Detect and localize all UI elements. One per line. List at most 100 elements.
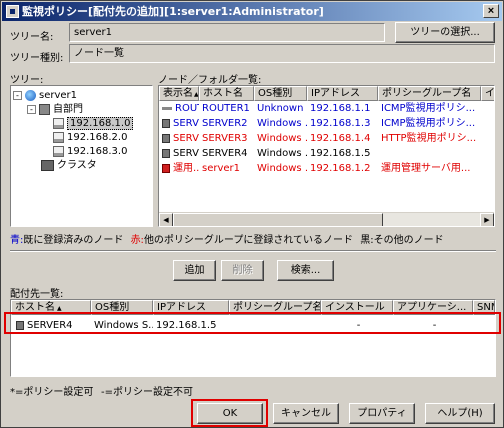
legend-red-text: 他のポリシーグループに登録されているノード (143, 235, 354, 246)
node-host-cell: ROUTER1 (202, 103, 250, 114)
add-button[interactable]: 追加 (173, 260, 216, 281)
tree-cluster-label: クラスタ (57, 160, 97, 171)
close-button[interactable]: × (483, 4, 499, 18)
node-display-cell: ROUTER1 (159, 102, 199, 116)
tree-view[interactable]: - server1 - 自部門 192.168.1.0 192.168.2.0 19… (10, 85, 153, 227)
node-host-cell: SERVER2 (202, 118, 248, 129)
node-list-table[interactable]: 表示名▲ ホスト名 OS種別 IPアドレス ポリシーグループ名 イ ROUTER… (158, 85, 495, 227)
tree-type-field: ノード一覧 (69, 44, 495, 63)
tree-group-label: 自部門 (53, 104, 83, 115)
tree-node-network[interactable]: 192.168.3.0 (53, 145, 127, 159)
column-header[interactable]: OS種別 (254, 86, 307, 101)
node-host-cell: SERVER3 (202, 133, 248, 144)
tree-node-group[interactable]: - 自部門 (27, 103, 83, 117)
tree-node-network[interactable]: 192.168.2.0 (53, 131, 127, 145)
table-row[interactable]: ROUTER1ROUTER1 Unknown 192.168.1.1 ICMP監視用ポ… (159, 102, 494, 116)
node-ip-cell: 192.168.1.1 (310, 103, 371, 114)
legend-black-text: その他のノード (373, 235, 444, 246)
help-button[interactable]: ヘルプ(H) (425, 403, 495, 424)
server-icon (162, 133, 170, 143)
cancel-button[interactable]: キャンセル (273, 403, 339, 424)
legend-blue-key: 青: (10, 235, 24, 246)
tree-node-network[interactable]: 192.168.1.0 (53, 117, 134, 131)
node-list-header: 表示名▲ ホスト名 OS種別 IPアドレス ポリシーグループ名 イ (159, 86, 494, 101)
app-icon (6, 5, 19, 18)
sort-asc-icon: ▲ (194, 91, 199, 98)
tree-network-label: 192.168.3.0 (67, 146, 128, 157)
legend-red-key: 赤: (130, 235, 144, 246)
tree-name-field: server1 (69, 23, 385, 42)
tree-network-label: 192.168.1.0 (67, 117, 134, 130)
collapse-icon[interactable]: - (13, 90, 22, 100)
node-display-cell: SERVER2 (159, 117, 199, 131)
title-bar: 監視ポリシー[配付先の追加][1:server1:Administrator] … (2, 2, 502, 21)
node-ip-cell: 192.168.1.2 (310, 163, 371, 174)
table-row[interactable]: SERVER4SERVER4 Windows ...192.168.1.5 (159, 147, 494, 161)
node-display-cell: SERVER4 (159, 147, 199, 161)
window-title: 監視ポリシー[配付先の追加][1:server1:Administrator] (22, 5, 324, 18)
node-policy-cell: 運用管理サーバ用... (381, 163, 471, 174)
table-row[interactable]: 運用...server1 Windows ...192.168.1.2 運用管理サー… (159, 162, 494, 176)
node-icon (162, 163, 170, 173)
scroll-left-icon[interactable]: ◀ (159, 213, 173, 226)
tree-node-root[interactable]: - server1 (13, 89, 77, 103)
footnote-allowed: *=ポリシー設定可 (10, 387, 94, 398)
table-row[interactable]: SERVER3SERVER3 Windows ...192.168.1.4 HTTP… (159, 132, 494, 146)
node-os-cell: Windows ... (257, 118, 307, 129)
column-header[interactable]: ポリシーグループ名 (378, 86, 481, 101)
node-display-cell: SERVER3 (159, 132, 199, 146)
dest-list-label: 配付先一覧: (10, 289, 64, 300)
divider (10, 250, 496, 252)
dest-list-table[interactable]: ホスト名 ▲ OS種別 IPアドレス ポリシーグループ名 インストール アプリケー… (10, 299, 496, 377)
properties-button[interactable]: プロパティ (349, 403, 415, 424)
legend-black-key: 黒: (360, 235, 374, 246)
network-icon (53, 145, 64, 157)
highlight-box (191, 399, 268, 427)
server-icon (162, 148, 170, 158)
node-os-cell: Windows ... (257, 163, 307, 174)
globe-icon (25, 89, 36, 101)
node-list-hscroll[interactable]: ◀ ▶ (159, 212, 494, 226)
node-ip-cell: 192.168.1.3 (310, 118, 371, 129)
node-display-cell: 運用... (159, 162, 199, 176)
dialog-window: 監視ポリシー[配付先の追加][1:server1:Administrator] … (0, 0, 504, 428)
node-host-cell: SERVER4 (202, 148, 248, 159)
server-icon (162, 118, 170, 128)
column-header[interactable]: IPアドレス (307, 86, 378, 101)
node-host-cell: server1 (202, 163, 241, 174)
node-os-cell: Windows ... (257, 148, 307, 159)
select-tree-button[interactable]: ツリーの選択... (395, 22, 495, 43)
node-os-cell: Windows ... (257, 133, 307, 144)
node-ip-cell: 192.168.1.4 (310, 133, 371, 144)
column-header[interactable]: ホスト名 (199, 86, 254, 101)
tree-type-label: ツリー種別: (10, 53, 64, 64)
sort-asc-icon: ▲ (57, 305, 62, 312)
network-icon (53, 117, 64, 129)
router-icon (162, 106, 172, 110)
scroll-right-icon[interactable]: ▶ (480, 213, 494, 226)
legend-blue-text: 既に登録済みのノード (23, 235, 124, 246)
column-header[interactable]: 表示名▲ (159, 86, 199, 101)
footnote-denied: -=ポリシー設定不可 (101, 387, 193, 398)
tree-name-label: ツリー名: (10, 32, 54, 43)
node-policy-cell (378, 147, 481, 161)
table-row[interactable]: SERVER2SERVER2 Windows ...192.168.1.3 ICMP… (159, 117, 494, 131)
node-policy-cell: ICMP監視用ポリシ... (381, 118, 476, 129)
highlight-box (4, 312, 501, 334)
network-icon (53, 131, 64, 143)
collapse-icon[interactable]: - (27, 104, 36, 114)
node-list-label: ノード／フォルダ一覧: (158, 75, 262, 86)
delete-button[interactable]: 削除 (221, 260, 264, 281)
node-policy-cell: ICMP監視用ポリシ... (381, 103, 476, 114)
building-icon (39, 103, 50, 115)
color-legend: 青:既に登録済みのノード 赤:他のポリシーグループに登録されているノード 黒:そ… (10, 231, 444, 246)
tree-label: ツリー: (10, 75, 44, 86)
cluster-icon (41, 159, 54, 171)
column-header[interactable]: イ (481, 86, 494, 101)
tree-root-label: server1 (39, 90, 78, 101)
node-ip-cell: 192.168.1.5 (310, 148, 371, 159)
tree-node-cluster[interactable]: クラスタ (41, 159, 97, 173)
node-os-cell: Unknown (257, 103, 304, 114)
scroll-thumb[interactable] (173, 213, 383, 226)
search-button[interactable]: 検索... (277, 260, 334, 281)
